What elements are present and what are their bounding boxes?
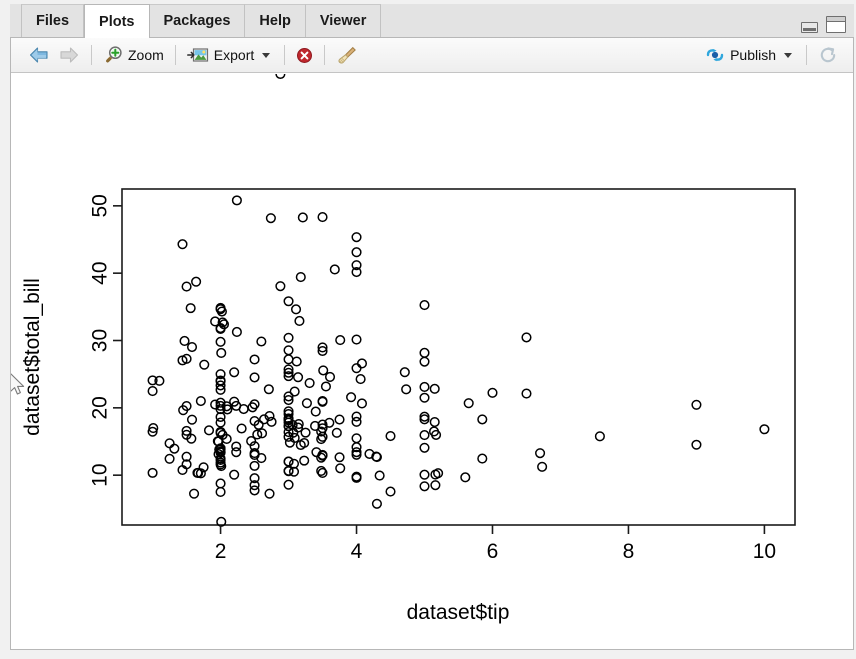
scatter-plot: 2 4 6 8 10 10 20 30 40 50 dataset$tip dataset$to… bbox=[21, 74, 796, 624]
refresh-icon bbox=[820, 47, 836, 63]
toolbar-separator-4 bbox=[324, 45, 326, 65]
refresh-button[interactable] bbox=[813, 42, 843, 68]
toolbar-separator-2 bbox=[174, 45, 176, 65]
y-tick-label: 20 bbox=[89, 396, 112, 419]
export-button[interactable]: Export bbox=[182, 42, 278, 68]
rstudio-plots-pane: Files Plots Packages Help Viewer Zoom Ex… bbox=[0, 0, 856, 659]
export-label: Export bbox=[213, 47, 255, 63]
right-arrow-icon bbox=[60, 47, 79, 63]
y-axis-ticks bbox=[113, 205, 122, 476]
toolbar-separator-1 bbox=[91, 45, 92, 65]
tab-packages[interactable]: Packages bbox=[149, 4, 246, 37]
left-arrow-icon bbox=[29, 47, 48, 63]
y-axis-label: dataset$total_bill bbox=[21, 278, 44, 436]
data-point bbox=[275, 74, 286, 80]
tab-strip: Files Plots Packages Help Viewer bbox=[10, 4, 854, 38]
x-axis-label: dataset$tip bbox=[407, 601, 510, 624]
y-tick-label: 30 bbox=[89, 329, 112, 352]
minimize-pane-icon[interactable] bbox=[801, 22, 818, 33]
toolbar-separator-5 bbox=[806, 45, 807, 65]
remove-plot-button[interactable] bbox=[291, 42, 318, 68]
toolbar-separator-3 bbox=[284, 45, 286, 65]
x-tick-label: 4 bbox=[351, 540, 363, 563]
magnifier-plus-icon bbox=[106, 46, 122, 63]
y-axis-tick-labels: 10 20 30 40 50 bbox=[89, 194, 112, 487]
remove-plot-icon bbox=[297, 47, 313, 63]
y-tick-label: 50 bbox=[89, 194, 112, 217]
publish-label: Publish bbox=[730, 47, 776, 63]
tab-viewer[interactable]: Viewer bbox=[305, 4, 382, 37]
back-button[interactable] bbox=[23, 42, 54, 68]
broom-icon bbox=[338, 46, 357, 64]
tab-files[interactable]: Files bbox=[21, 4, 85, 37]
x-tick-label: 8 bbox=[623, 540, 635, 563]
x-tick-label: 2 bbox=[215, 540, 227, 563]
y-tick-label: 40 bbox=[89, 261, 112, 284]
window-controls bbox=[801, 16, 846, 33]
tab-help[interactable]: Help bbox=[245, 4, 306, 37]
export-image-icon bbox=[186, 48, 208, 62]
publish-button[interactable]: Publish bbox=[700, 42, 800, 68]
chevron-down-icon[interactable] bbox=[262, 52, 271, 58]
tab-plots[interactable]: Plots bbox=[84, 4, 150, 38]
plots-toolbar: Zoom Export Publish bbox=[11, 38, 853, 73]
y-tick-label: 10 bbox=[89, 463, 112, 486]
x-tick-label: 6 bbox=[487, 540, 499, 563]
zoom-label: Zoom bbox=[128, 47, 164, 63]
x-axis-tick-labels: 2 4 6 8 10 bbox=[215, 540, 776, 563]
x-axis-ticks bbox=[219, 525, 766, 534]
clear-plots-button[interactable] bbox=[331, 42, 363, 68]
plot-canvas[interactable]: 2 4 6 8 10 10 20 30 40 50 dataset$tip dataset$to… bbox=[11, 74, 853, 649]
x-tick-label: 10 bbox=[753, 540, 776, 563]
zoom-button[interactable]: Zoom bbox=[98, 42, 169, 68]
publish-chevron-down-icon[interactable] bbox=[784, 52, 792, 58]
forward-button[interactable] bbox=[54, 42, 85, 68]
maximize-pane-icon[interactable] bbox=[826, 16, 846, 33]
publish-icon bbox=[706, 49, 724, 62]
